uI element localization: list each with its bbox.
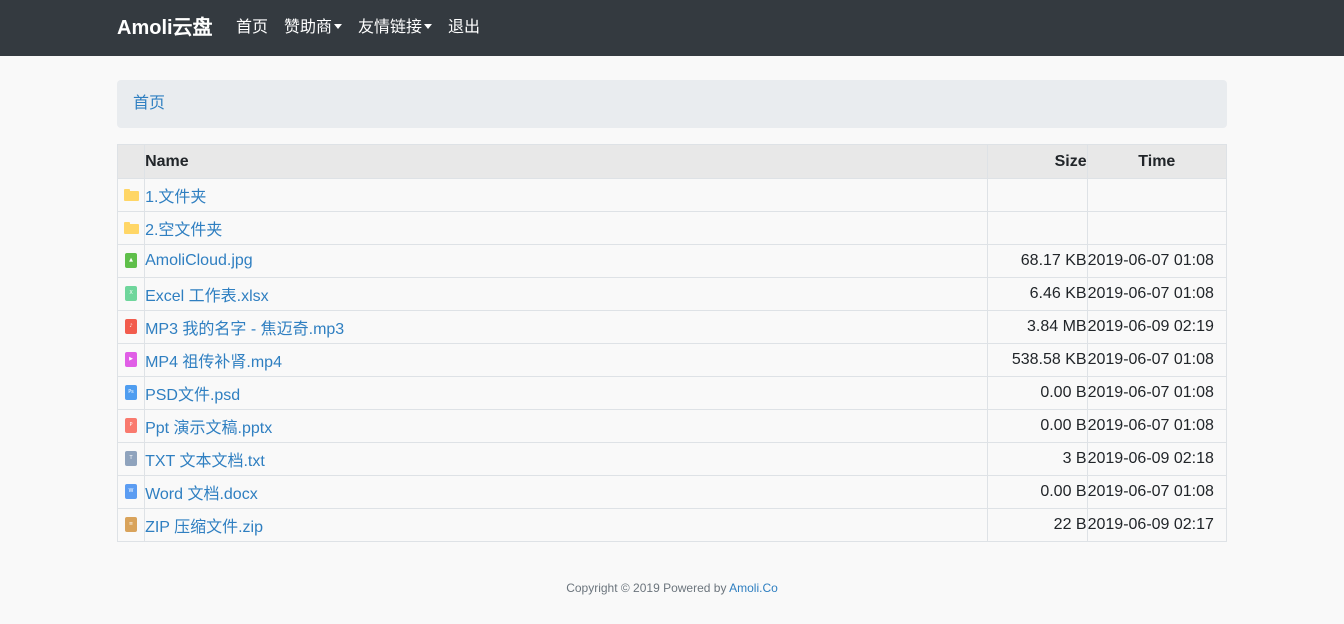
size-column-header[interactable]: Size xyxy=(987,144,1088,179)
file-name-cell: TXT 文本文档.txt xyxy=(144,442,989,476)
table-row[interactable]: 1.文件夹 xyxy=(116,178,1228,212)
file-name-link[interactable]: PSD文件.psd xyxy=(146,387,241,404)
file-time-cell: 2019-06-07 01:08 xyxy=(1086,343,1228,377)
ppt-file-icon: P xyxy=(125,418,138,434)
file-time-cell: 2019-06-07 01:08 xyxy=(1086,475,1228,509)
file-name-cell: Excel 工作表.xlsx xyxy=(144,277,989,311)
word-file-icon: W xyxy=(125,484,138,500)
file-name-link[interactable]: AmoliCloud.jpg xyxy=(146,252,253,269)
icon-cell: ▲ xyxy=(116,244,146,278)
brand-logo[interactable]: Amoli云盘 xyxy=(117,15,213,41)
nav-links: 首页 赞助商 友情链接 退出 xyxy=(236,17,496,39)
table-row[interactable]: X Excel 工作表.xlsx 6.46 KB 2019-06-07 01:08 xyxy=(116,277,1228,311)
file-size-cell: 22 B xyxy=(987,508,1088,542)
excel-file-icon: X xyxy=(125,286,138,302)
table-row[interactable]: ≡ ZIP 压缩文件.zip 22 B 2019-06-09 02:17 xyxy=(116,508,1228,542)
breadcrumb: 首页 xyxy=(117,80,1227,128)
name-column-header[interactable]: Name xyxy=(144,144,989,179)
file-name-link[interactable]: Ppt 演示文稿.pptx xyxy=(146,420,273,437)
icon-cell xyxy=(116,178,146,212)
folder-icon xyxy=(123,188,139,201)
file-time-cell: 2019-06-07 01:08 xyxy=(1086,376,1228,410)
icon-cell: P xyxy=(116,409,146,443)
file-time-cell: 2019-06-07 01:08 xyxy=(1086,244,1228,278)
psd-file-icon: Ps xyxy=(125,385,138,401)
icon-cell xyxy=(116,211,146,245)
caret-down-icon xyxy=(424,24,433,30)
nav-sponsors-dropdown[interactable]: 赞助商 xyxy=(284,17,343,39)
file-time-cell: 2019-06-09 02:18 xyxy=(1086,442,1228,476)
file-time-cell: 2019-06-09 02:17 xyxy=(1086,508,1228,542)
icon-cell: ≡ xyxy=(116,508,146,542)
table-row[interactable]: P Ppt 演示文稿.pptx 0.00 B 2019-06-07 01:08 xyxy=(116,409,1228,443)
zip-file-icon: ≡ xyxy=(125,517,138,533)
table-row[interactable]: W Word 文档.docx 0.00 B 2019-06-07 01:08 xyxy=(116,475,1228,509)
file-size-cell: 0.00 B xyxy=(987,409,1088,443)
icon-column-header xyxy=(116,144,146,179)
nav-home-link[interactable]: 首页 xyxy=(236,17,268,39)
video-file-icon: ▶ xyxy=(125,352,138,368)
table-row[interactable]: ▶ MP4 祖传补肾.mp4 538.58 KB 2019-06-07 01:08 xyxy=(116,343,1228,377)
file-size-cell: 0.00 B xyxy=(987,475,1088,509)
image-file-icon: ▲ xyxy=(125,253,138,269)
file-list: 1.文件夹 2.空文件夹 ▲ AmoliCloud.jpg 68.17 KB 2019-0… xyxy=(116,178,1228,542)
icon-cell: T xyxy=(116,442,146,476)
footer-link[interactable]: Amoli.Co xyxy=(729,581,778,595)
table-row[interactable]: ▲ AmoliCloud.jpg 68.17 KB 2019-06-07 01:08 xyxy=(116,244,1228,278)
file-name-link[interactable]: Excel 工作表.xlsx xyxy=(146,288,269,305)
file-name-link[interactable]: MP3 我的名字 - 焦迈奇.mp3 xyxy=(146,321,345,338)
icon-cell: ▶ xyxy=(116,343,146,377)
file-name-cell: 1.文件夹 xyxy=(144,178,989,212)
file-name-link[interactable]: TXT 文本文档.txt xyxy=(146,453,265,470)
file-size-cell: 538.58 KB xyxy=(987,343,1088,377)
icon-cell: Ps xyxy=(116,376,146,410)
table-row[interactable]: T TXT 文本文档.txt 3 B 2019-06-09 02:18 xyxy=(116,442,1228,476)
file-name-link[interactable]: 2.空文件夹 xyxy=(146,222,223,239)
footer-copyright: Copyright © 2019 Powered by xyxy=(566,581,730,595)
file-name-link[interactable]: ZIP 压缩文件.zip xyxy=(146,519,263,536)
file-size-cell: 6.46 KB xyxy=(987,277,1088,311)
nav-friend-links-dropdown[interactable]: 友情链接 xyxy=(358,17,433,39)
file-table: Name Size Time 1.文件夹 2.空文件夹 ▲ AmoliCloud.jp… xyxy=(116,144,1228,542)
file-time-cell: 2019-06-07 01:08 xyxy=(1086,277,1228,311)
file-size-cell: 68.17 KB xyxy=(987,244,1088,278)
table-row[interactable]: ♪ MP3 我的名字 - 焦迈奇.mp3 3.84 MB 2019-06-09 02:… xyxy=(116,310,1228,344)
file-size-cell xyxy=(987,211,1088,245)
file-name-cell: 2.空文件夹 xyxy=(144,211,989,245)
file-name-link[interactable]: 1.文件夹 xyxy=(146,189,207,206)
file-name-link[interactable]: MP4 祖传补肾.mp4 xyxy=(146,354,282,371)
file-time-cell xyxy=(1086,211,1228,245)
table-header-row: Name Size Time xyxy=(116,144,1228,179)
file-name-cell: ZIP 压缩文件.zip xyxy=(144,508,989,542)
file-size-cell xyxy=(987,178,1088,212)
file-time-cell xyxy=(1086,178,1228,212)
text-file-icon: T xyxy=(125,451,138,467)
icon-cell: X xyxy=(116,277,146,311)
file-name-cell: AmoliCloud.jpg xyxy=(144,244,989,278)
file-time-cell: 2019-06-09 02:19 xyxy=(1086,310,1228,344)
file-time-cell: 2019-06-07 01:08 xyxy=(1086,409,1228,443)
audio-file-icon: ♪ xyxy=(125,319,138,335)
icon-cell: ♪ xyxy=(116,310,146,344)
folder-icon xyxy=(123,221,139,234)
nav-logout-link[interactable]: 退出 xyxy=(448,17,480,39)
file-name-cell: PSD文件.psd xyxy=(144,376,989,410)
file-size-cell: 3.84 MB xyxy=(987,310,1088,344)
table-row[interactable]: 2.空文件夹 xyxy=(116,211,1228,245)
file-name-cell: MP3 我的名字 - 焦迈奇.mp3 xyxy=(144,310,989,344)
file-size-cell: 0.00 B xyxy=(987,376,1088,410)
table-row[interactable]: Ps PSD文件.psd 0.00 B 2019-06-07 01:08 xyxy=(116,376,1228,410)
file-name-cell: MP4 祖传补肾.mp4 xyxy=(144,343,989,377)
file-size-cell: 3 B xyxy=(987,442,1088,476)
icon-cell: W xyxy=(116,475,146,509)
top-navbar: Amoli云盘 首页 赞助商 友情链接 退出 xyxy=(0,0,1344,56)
time-column-header[interactable]: Time xyxy=(1086,144,1228,179)
file-name-cell: Word 文档.docx xyxy=(144,475,989,509)
file-name-link[interactable]: Word 文档.docx xyxy=(146,486,258,503)
footer: Copyright © 2019 Powered by Amoli.Co xyxy=(0,580,1344,596)
file-name-cell: Ppt 演示文稿.pptx xyxy=(144,409,989,443)
caret-down-icon xyxy=(334,24,343,30)
breadcrumb-home-link[interactable]: 首页 xyxy=(133,93,165,115)
